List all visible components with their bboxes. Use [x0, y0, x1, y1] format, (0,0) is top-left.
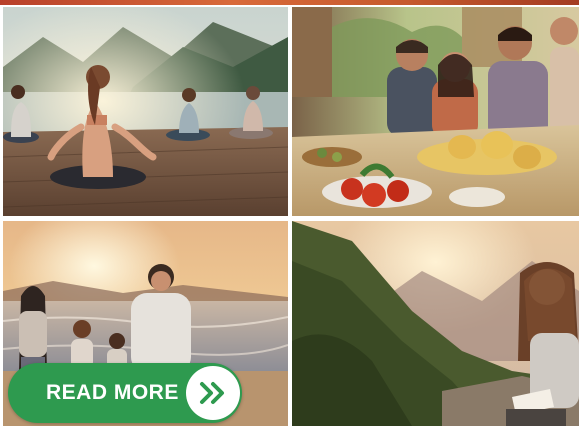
read-more-icon-circle	[186, 366, 240, 420]
yoga-scene	[3, 7, 288, 216]
photo-collage: READ MORE	[0, 0, 579, 426]
mountain-reading-photo	[292, 221, 579, 426]
cooking-photo	[292, 7, 579, 216]
read-more-button[interactable]: READ MORE	[8, 363, 242, 423]
cooking-scene	[292, 7, 579, 216]
read-more-label: READ MORE	[46, 381, 179, 404]
yoga-photo	[3, 7, 288, 216]
double-chevron-right-icon	[200, 382, 224, 404]
top-accent-strip	[0, 0, 579, 5]
mountain-scene	[292, 221, 579, 426]
